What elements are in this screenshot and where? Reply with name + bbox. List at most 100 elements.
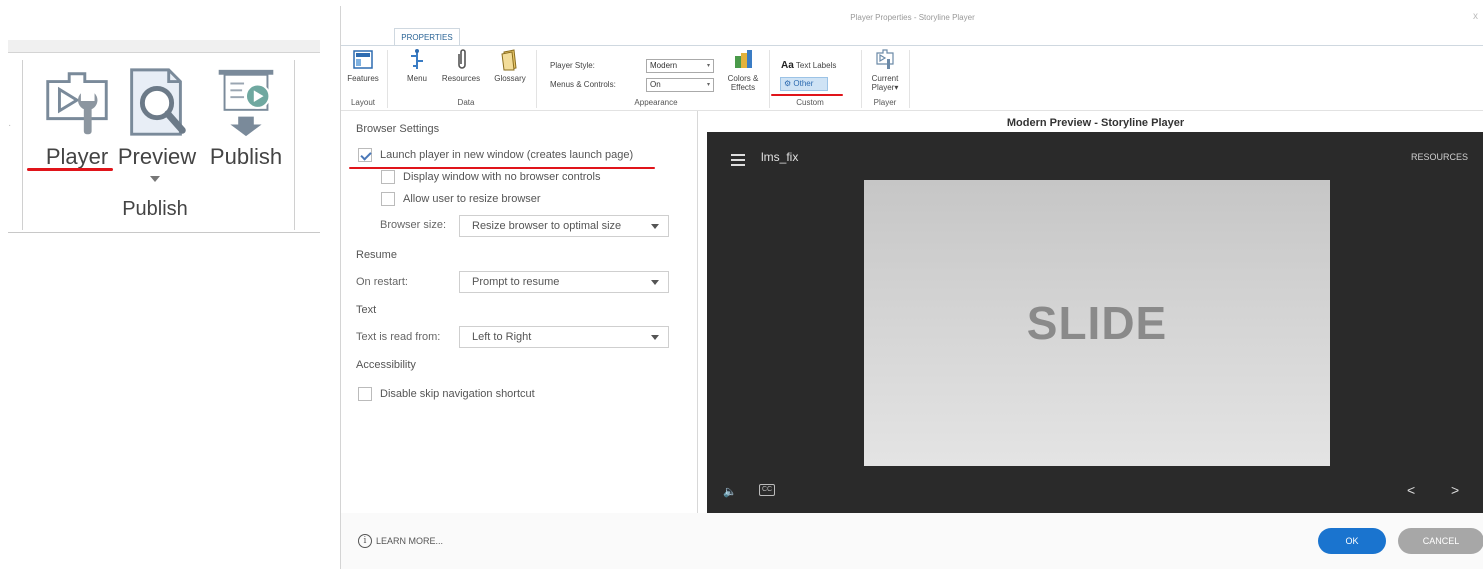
player-group-label: Player: [873, 98, 897, 107]
ribbon-separator: [909, 50, 910, 108]
no-browser-controls-label: Display window with no browser controls: [403, 171, 601, 183]
slide-area: SLIDE: [864, 180, 1330, 466]
player-button-label: Player: [45, 144, 109, 169]
learn-more-link[interactable]: i LEARN MORE...: [358, 534, 443, 548]
publish-button[interactable]: Publish: [201, 64, 291, 174]
menu-label: Menu: [406, 74, 427, 83]
cancel-button[interactable]: CANCEL: [1398, 528, 1483, 554]
colors-label-line2: Effects: [730, 83, 756, 92]
features-label: Features: [347, 74, 379, 83]
text-read-from-label: Text is read from:: [356, 331, 441, 343]
course-title: lms_fix: [761, 150, 799, 164]
ribbon-separator: [387, 50, 388, 108]
chevron-down-icon: ▾: [706, 63, 710, 69]
gear-icon: ⚙: [784, 79, 792, 88]
menu-tree-icon: [411, 49, 423, 69]
publish-projector-icon: [218, 69, 274, 137]
text-read-from-value: Left to Right: [472, 331, 532, 343]
ribbon-bottom-border: [8, 232, 320, 233]
ribbon-separator: [536, 50, 537, 108]
learn-more-label: LEARN MORE...: [376, 536, 444, 546]
layout-group-label: Layout: [350, 98, 376, 107]
allow-resize-label: Allow user to resize browser: [403, 193, 541, 205]
other-button[interactable]: ⚙ Other: [780, 77, 828, 91]
menus-controls-value: On: [650, 80, 661, 89]
player-style-select[interactable]: Modern ▾: [646, 59, 714, 73]
preview-button[interactable]: Preview: [116, 64, 198, 174]
chevron-down-icon: [651, 335, 659, 340]
volume-icon[interactable]: 🔈: [723, 485, 737, 498]
browser-size-dropdown[interactable]: Resize browser to optimal size: [459, 215, 669, 237]
publish-ribbon-fragment: · Player Preview Publish Publish: [0, 0, 322, 569]
resources-link[interactable]: RESOURCES: [1411, 152, 1468, 162]
text-heading: Text: [356, 304, 377, 316]
current-player-line1: Current: [871, 74, 899, 83]
chevron-down-icon[interactable]: [150, 176, 160, 182]
custom-group-label: Custom: [796, 98, 824, 107]
features-layout-icon: [353, 50, 373, 69]
dialog-footer: i LEARN MORE... OK CANCEL: [341, 513, 1483, 569]
on-restart-dropdown[interactable]: Prompt to resume: [459, 271, 669, 293]
close-icon[interactable]: x: [1473, 11, 1478, 22]
checkbox-icon: [358, 387, 372, 401]
launch-new-window-checkbox[interactable]: Launch player in new window (creates lau…: [358, 148, 633, 162]
on-restart-value: Prompt to resume: [472, 276, 560, 288]
browser-size-value: Resize browser to optimal size: [472, 220, 622, 232]
features-button[interactable]: Features: [343, 48, 383, 83]
player-button[interactable]: Player: [36, 64, 118, 174]
player-annotation-underline: [27, 168, 113, 171]
properties-ribbon: Features Layout Menu Resources Glossary …: [341, 45, 1483, 111]
resources-button[interactable]: Resources: [437, 48, 485, 83]
ok-button[interactable]: OK: [1318, 528, 1386, 554]
player-wrench-icon: [46, 72, 108, 135]
browser-settings-heading: Browser Settings: [356, 123, 440, 135]
current-player-button[interactable]: Current Player▾: [864, 48, 906, 92]
launch-new-window-label: Launch player in new window (creates lau…: [380, 149, 634, 161]
ribbon-edge-mark: ·: [8, 120, 12, 131]
ribbon-separator: [769, 50, 770, 108]
player-style-label: Player Style:: [550, 61, 595, 70]
slide-placeholder-text: SLIDE: [1026, 297, 1168, 349]
preview-magnifier-icon: [130, 68, 186, 136]
other-label: Other: [793, 79, 814, 88]
publish-group-label: Publish: [122, 198, 188, 220]
closed-captions-icon[interactable]: CC: [759, 484, 775, 496]
text-read-from-dropdown[interactable]: Left to Right: [459, 326, 669, 348]
launch-annotation-underline: [349, 167, 655, 169]
hamburger-menu-icon[interactable]: [731, 154, 745, 166]
no-browser-controls-checkbox[interactable]: Display window with no browser controls: [381, 170, 600, 184]
data-group-label: Data: [457, 98, 475, 107]
preview-button-label: Preview: [117, 144, 197, 169]
ribbon-divider: [294, 60, 295, 230]
resources-label: Resources: [441, 74, 481, 83]
glossary-button[interactable]: Glossary: [489, 48, 531, 83]
chevron-down-icon: [651, 280, 659, 285]
menus-controls-select[interactable]: On ▾: [646, 78, 714, 92]
checkbox-checked-icon: [358, 148, 372, 162]
appearance-group-label: Appearance: [634, 98, 678, 107]
tab-properties[interactable]: PROPERTIES: [394, 28, 460, 46]
publish-button-label: Publish: [209, 144, 283, 169]
browser-size-label: Browser size:: [380, 219, 447, 231]
colors-effects-button[interactable]: Colors & Effects: [722, 48, 764, 92]
checkbox-icon: [381, 192, 395, 206]
dialog-title: Player Properties - Storyline Player: [850, 13, 975, 22]
chevron-down-icon: [651, 224, 659, 229]
disable-skip-nav-label: Disable skip navigation shortcut: [380, 388, 535, 400]
next-slide-icon[interactable]: >: [1451, 482, 1459, 498]
player-properties-dialog: Player Properties - Storyline Player x P…: [340, 6, 1483, 569]
checkbox-icon: [381, 170, 395, 184]
glossary-label: Glossary: [494, 74, 526, 83]
ribbon-separator: [861, 50, 862, 108]
colors-label-line1: Colors &: [727, 74, 759, 83]
text-labels-label: Text Labels: [795, 61, 837, 70]
disable-skip-nav-checkbox[interactable]: Disable skip navigation shortcut: [358, 387, 535, 401]
palette-icon: [735, 50, 752, 68]
prev-slide-icon[interactable]: <: [1407, 482, 1415, 498]
allow-resize-checkbox[interactable]: Allow user to resize browser: [381, 192, 541, 206]
accessibility-heading: Accessibility: [356, 359, 416, 371]
text-labels-button[interactable]: Aa Text Labels: [781, 60, 836, 71]
ribbon-top-bar: [8, 40, 320, 53]
player-style-value: Modern: [650, 61, 678, 70]
menu-button[interactable]: Menu: [403, 48, 431, 83]
